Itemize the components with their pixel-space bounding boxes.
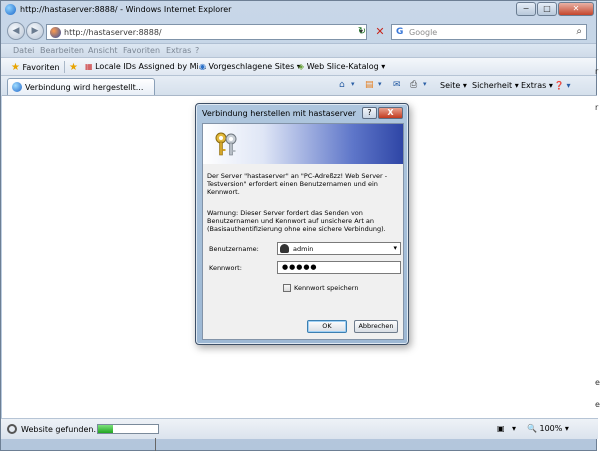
- menu-ansicht[interactable]: Ansicht: [88, 46, 118, 55]
- search-icon[interactable]: ⌕: [576, 26, 582, 37]
- page-edge-char: e: [595, 378, 600, 387]
- fav-link-web-slice[interactable]: ◈ Web Slice-Katalog ▾: [298, 62, 385, 71]
- password-value[interactable]: ●●●●●: [282, 263, 318, 271]
- mail-icon[interactable]: ✉: [393, 80, 401, 90]
- ie-app-icon: [5, 4, 16, 15]
- search-placeholder: Google: [409, 28, 438, 37]
- password-field[interactable]: ●●●●●: [277, 261, 401, 274]
- tab-current[interactable]: Verbindung wird hergestellt...: [7, 78, 155, 96]
- rss-dropdown-icon[interactable]: ▾: [378, 80, 382, 88]
- dialog-banner: [203, 124, 403, 164]
- desktop-divider: [155, 438, 156, 451]
- progress-bar: [97, 424, 159, 434]
- forward-button[interactable]: ▶: [26, 22, 44, 40]
- cancel-button[interactable]: Abbrechen: [354, 320, 398, 333]
- web-slice-icon: ◈: [298, 62, 305, 71]
- favorites-button[interactable]: ★ Favoriten: [11, 62, 60, 73]
- windows-icon: ▦: [85, 62, 93, 71]
- remember-password-label[interactable]: Kennwort speichern: [294, 284, 358, 292]
- tab-toolbar-row: Verbindung wird hergestellt... ⌂ ▾ ▤ ▾ ✉…: [1, 75, 596, 96]
- help-icon[interactable]: ❓ ▾: [554, 81, 571, 90]
- sicherheit-menu[interactable]: Sicherheit ▾: [472, 81, 519, 90]
- dialog-title: Verbindung herstellen mit hastaserver: [202, 109, 356, 118]
- extras-menu[interactable]: Extras ▾: [521, 81, 553, 90]
- progress-fill: [98, 425, 113, 433]
- auth-dialog: Verbindung herstellen mit hastaserver ? …: [195, 103, 409, 345]
- status-bar: Website gefunden. W... ▣ ▾ 🔍 100% ▾: [1, 418, 598, 439]
- zone-icon[interactable]: ▣: [497, 424, 505, 433]
- site-icon: [50, 27, 61, 38]
- fav-link-suggested-sites[interactable]: ◉ Vorgeschlagene Sites ▾: [199, 62, 301, 71]
- suggested-sites-icon: ◉: [199, 62, 206, 71]
- keys-icon: [215, 132, 237, 156]
- ok-button[interactable]: OK: [307, 320, 347, 333]
- menu-bearbeiten[interactable]: Bearbeiten: [40, 46, 84, 55]
- zoom-level[interactable]: 🔍 100% ▾: [527, 424, 569, 433]
- menu-datei[interactable]: Datei: [13, 46, 34, 55]
- address-row: ◀ ▶ http://hastaserver:8888/ ▾ ↻ ✕ G Goo…: [1, 19, 596, 43]
- address-bar[interactable]: http://hastaserver:8888/ ▾: [46, 24, 367, 40]
- page-edge-char: r: [595, 103, 599, 112]
- title-bar: http://hastaserver:8888/ - Windows Inter…: [1, 1, 596, 19]
- dialog-close-button[interactable]: X: [378, 107, 403, 119]
- chevron-down-icon[interactable]: ▾: [393, 244, 397, 252]
- menu-help[interactable]: ?: [195, 46, 199, 55]
- menu-extras[interactable]: Extras: [166, 46, 191, 55]
- page-edge-char: r: [595, 67, 599, 76]
- dialog-help-button[interactable]: ?: [362, 107, 377, 119]
- remember-password-checkbox[interactable]: [283, 284, 291, 292]
- stop-icon[interactable]: ✕: [372, 24, 388, 40]
- menu-favoriten[interactable]: Favoriten: [123, 46, 160, 55]
- username-label: Benutzername:: [209, 245, 259, 253]
- star-icon: ★: [11, 62, 20, 73]
- maximize-button[interactable]: □: [537, 2, 557, 16]
- refresh-icon[interactable]: ↻: [354, 24, 370, 40]
- fav-link-locale-ids[interactable]: ▦ Locale IDs Assigned by Mi...: [85, 62, 206, 71]
- separator: [64, 61, 65, 73]
- menu-bar: Datei Bearbeiten Ansicht Favoriten Extra…: [1, 43, 596, 57]
- google-icon: G: [396, 27, 404, 37]
- print-dropdown-icon[interactable]: ▾: [423, 80, 427, 88]
- print-icon[interactable]: ⎙: [410, 80, 417, 90]
- back-button[interactable]: ◀: [7, 22, 25, 40]
- tab-label: Verbindung wird hergestellt...: [25, 83, 144, 92]
- home-dropdown-icon[interactable]: ▾: [351, 80, 355, 88]
- username-value[interactable]: admin: [293, 245, 313, 253]
- page-edge-char: e: [595, 400, 600, 409]
- zone-dropdown-icon[interactable]: ▾: [512, 424, 516, 433]
- username-field[interactable]: admin ▾: [277, 242, 401, 255]
- add-favorite-icon[interactable]: ★: [69, 62, 78, 73]
- favorites-bar: ★ Favoriten ★ ▦ Locale IDs Assigned by M…: [1, 57, 596, 75]
- password-label: Kennwort:: [209, 264, 242, 272]
- user-icon: [280, 244, 289, 253]
- search-input[interactable]: G Google ⌕: [391, 24, 587, 40]
- address-url[interactable]: http://hastaserver:8888/: [64, 28, 162, 37]
- dialog-message: Der Server "hastaserver" an "PC-Adreßzz!…: [207, 172, 388, 196]
- seite-menu[interactable]: Seite ▾: [440, 81, 467, 90]
- window-title: http://hastaserver:8888/ - Windows Inter…: [20, 5, 232, 14]
- loading-icon: [12, 82, 22, 92]
- minimize-button[interactable]: −: [516, 2, 536, 16]
- status-icon: [7, 424, 17, 434]
- rss-icon[interactable]: ▤: [365, 80, 374, 90]
- dialog-body: Der Server "hastaserver" an "PC-Adreßzz!…: [202, 123, 404, 340]
- dialog-warning: Warnung: Dieser Server fordert das Sende…: [207, 209, 386, 233]
- close-button[interactable]: ✕: [558, 2, 594, 16]
- home-icon[interactable]: ⌂: [339, 80, 345, 90]
